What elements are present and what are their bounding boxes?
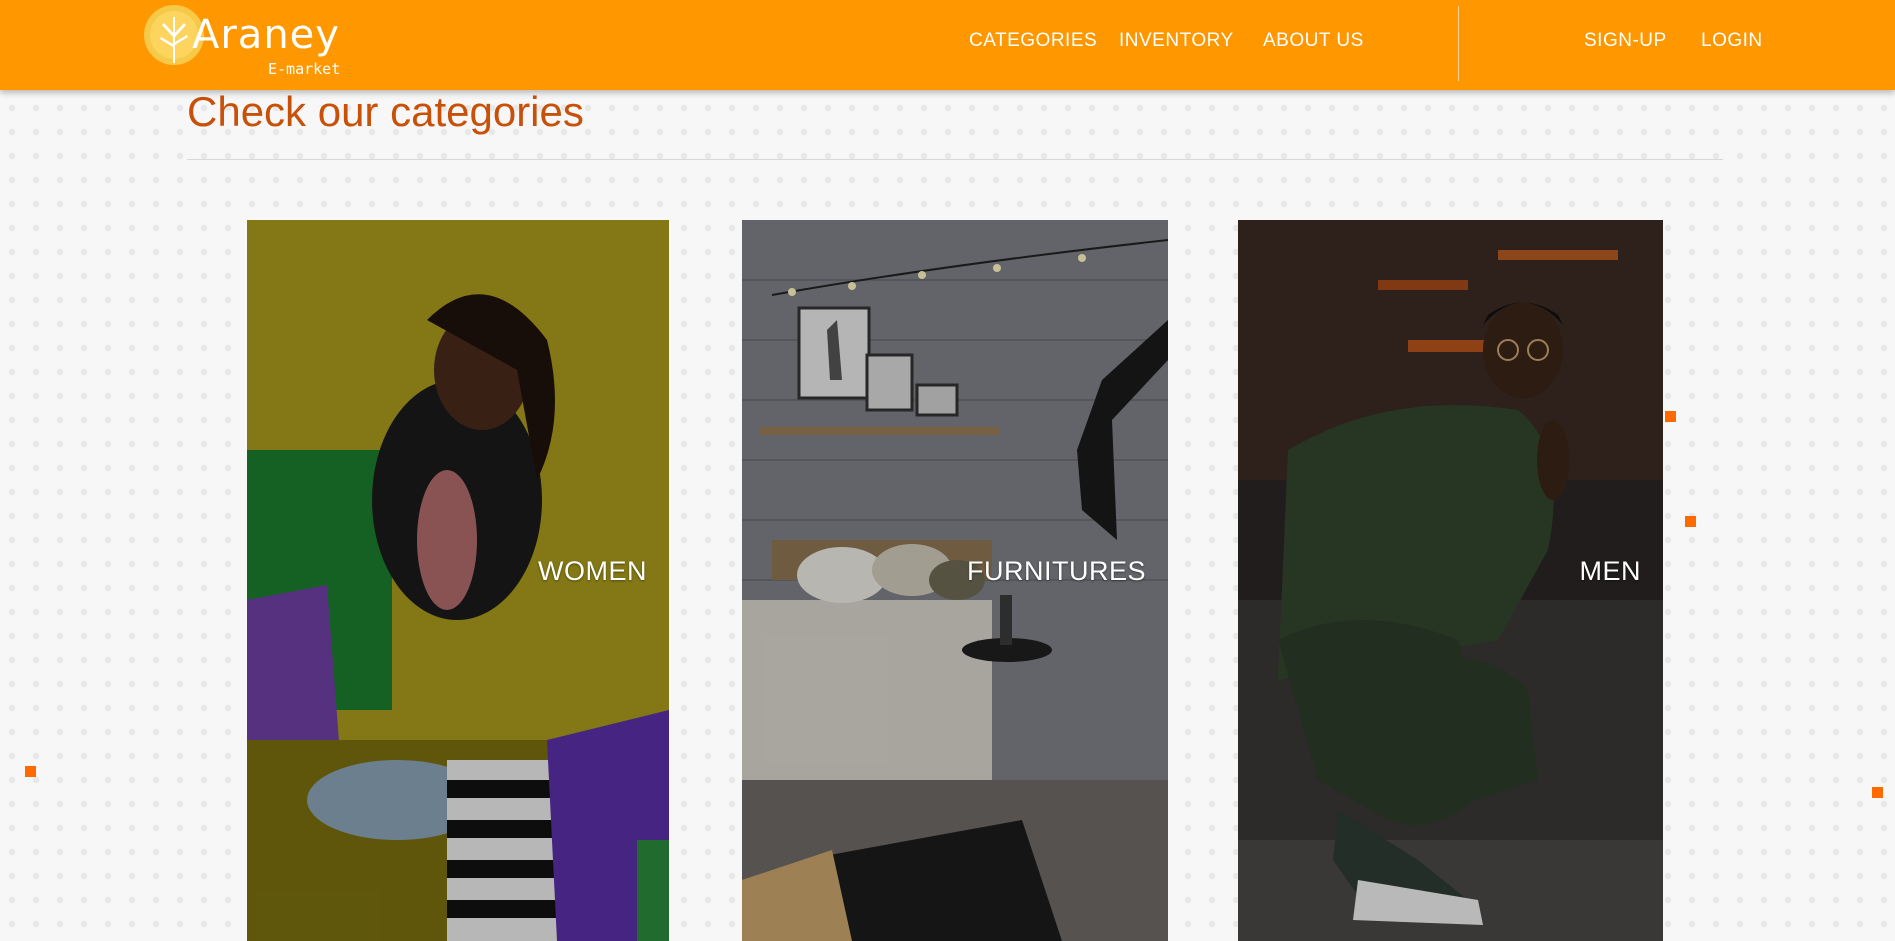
decor-dot [1665, 411, 1676, 422]
nav-login-link[interactable]: LOGIN [1701, 30, 1763, 52]
decor-dot [25, 766, 36, 777]
brand-logo[interactable]: Araney E-market [140, 0, 355, 82]
brand-name: Araney [192, 12, 340, 58]
category-label-men: MEN [1579, 556, 1641, 586]
category-card-men[interactable]: MEN [1238, 220, 1663, 941]
brand-tagline: E-market [268, 60, 341, 78]
decor-dot [1685, 516, 1696, 527]
category-card-furnitures[interactable]: FURNITURES [742, 220, 1168, 941]
category-label-women: WOMEN [538, 556, 647, 586]
nav-inventory-link[interactable]: INVENTORY [1119, 30, 1234, 52]
category-label-furnitures: FURNITURES [967, 556, 1146, 586]
category-card-women[interactable]: WOMEN [247, 220, 669, 941]
page-title: Check our categories [187, 88, 584, 135]
nav-signup-link[interactable]: SIGN-UP [1584, 30, 1667, 52]
decor-dot [1872, 787, 1883, 798]
nav-categories-link[interactable]: CATEGORIES [969, 30, 1097, 52]
heading-divider [187, 159, 1723, 160]
top-navbar: Araney E-market CATEGORIES INVENTORY ABO… [0, 0, 1895, 90]
nav-divider [1458, 6, 1459, 81]
nav-about-link[interactable]: ABOUT US [1263, 30, 1364, 52]
